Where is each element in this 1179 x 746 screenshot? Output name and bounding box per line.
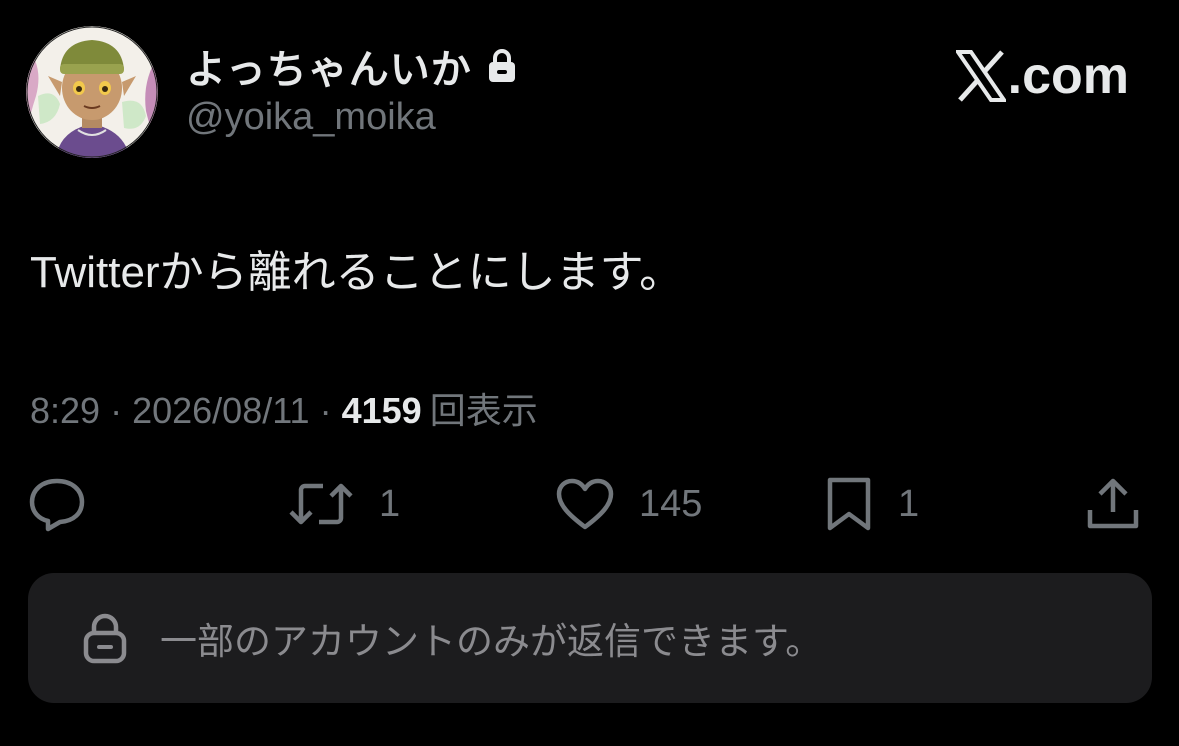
tweet-meta: 8:29 · 2026/08/11 · 4159 回表示 bbox=[30, 382, 538, 434]
views-count[interactable]: 4159 bbox=[342, 390, 422, 432]
tweet-date[interactable]: 2026/08/11 bbox=[132, 390, 310, 432]
retweet-button[interactable]: 1 bbox=[287, 474, 400, 534]
share-button[interactable] bbox=[1086, 474, 1140, 534]
retweet-icon bbox=[289, 483, 353, 525]
avatar-illustration bbox=[26, 26, 158, 158]
bookmark-button[interactable]: 1 bbox=[824, 474, 919, 534]
author-name-row: よっちゃんいか bbox=[186, 38, 518, 94]
retweet-count: 1 bbox=[379, 482, 401, 525]
lock-icon bbox=[488, 49, 515, 82]
lock-icon bbox=[83, 613, 127, 664]
bookmark-count: 1 bbox=[898, 482, 920, 525]
action-bar: 1 145 1 bbox=[0, 474, 1179, 534]
bookmark-icon bbox=[827, 477, 871, 531]
meta-separator: · bbox=[319, 390, 332, 431]
like-count: 145 bbox=[639, 482, 703, 525]
reply-button[interactable] bbox=[28, 474, 86, 534]
like-button[interactable]: 145 bbox=[555, 474, 702, 534]
user-handle[interactable]: @yoika_moika bbox=[186, 96, 436, 139]
avatar[interactable] bbox=[26, 26, 158, 158]
x-logo-icon bbox=[955, 50, 1006, 102]
reply-restriction-text: 一部のアカウントのみが返信できます。 bbox=[160, 621, 823, 662]
tweet-time[interactable]: 8:29 bbox=[30, 390, 100, 432]
tweet-text: Twitterから離れることにします。 bbox=[30, 248, 684, 297]
meta-separator: · bbox=[110, 390, 123, 431]
reply-icon bbox=[29, 478, 85, 532]
display-name[interactable]: よっちゃんいか bbox=[186, 37, 472, 95]
brand-suffix: .com bbox=[1007, 47, 1129, 105]
heart-icon bbox=[556, 478, 614, 530]
brand-watermark: .com bbox=[955, 46, 1129, 106]
reply-restriction-notice: 一部のアカウントのみが返信できます。 bbox=[28, 573, 1152, 703]
views-label: 回表示 bbox=[429, 390, 538, 431]
share-icon bbox=[1087, 478, 1139, 529]
